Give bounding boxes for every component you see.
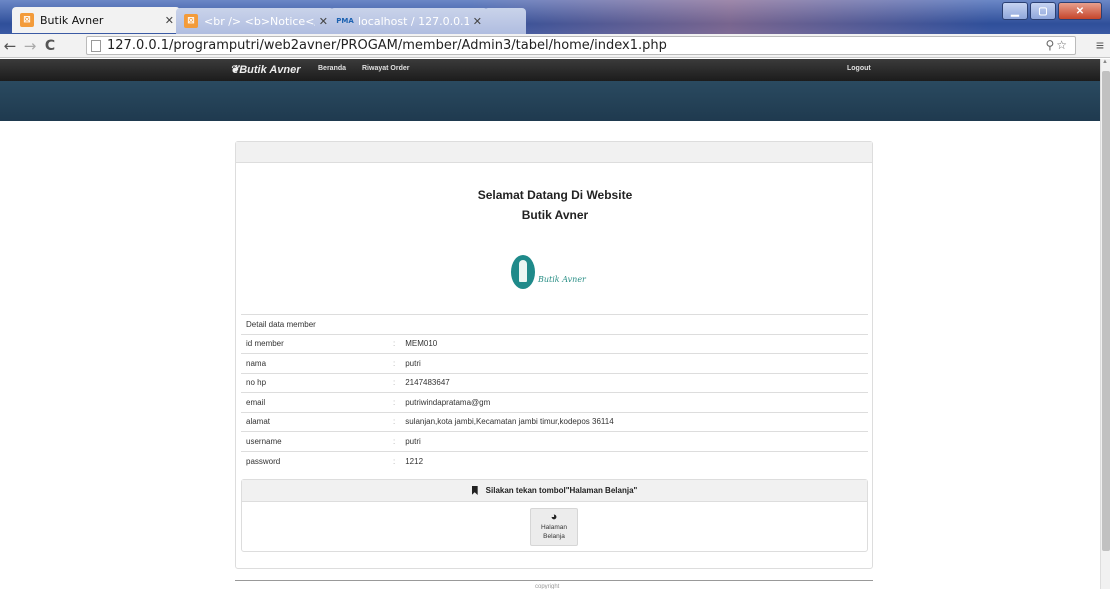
nav-riwayat-order[interactable]: Riwayat Order — [362, 65, 409, 72]
welcome-subheading: Butik Avner — [521, 208, 589, 222]
table-row: nama : putri — [241, 353, 868, 373]
panel-header — [236, 142, 872, 163]
footer-text: copyright — [535, 584, 560, 589]
shopping-panel-header: Silakan tekan tombol"Halaman Belanja" — [242, 480, 867, 502]
table-row: id member : MEM010 — [241, 333, 868, 354]
nav-beranda[interactable]: Beranda — [318, 65, 346, 72]
logo-text: Butik Avner — [538, 275, 586, 284]
tab-title: Butik Avner — [40, 13, 104, 27]
page-viewport: ❦Butik Avner Beranda Riwayat Order Logou… — [0, 59, 1100, 589]
detail-title: Detail data member — [241, 314, 868, 334]
reload-button[interactable]: C — [40, 38, 60, 54]
tab-title: <br /> <b>Notice</b>: U — [204, 14, 315, 28]
shopping-panel: Silakan tekan tombol"Halaman Belanja" ◕ … — [241, 479, 868, 552]
row-value-cell: :1212 — [393, 450, 868, 471]
row-label: no hp — [241, 372, 393, 393]
tab-phpmyadmin[interactable]: PMA localhost / 127.0.0.1 / data ✕ — [330, 8, 488, 34]
table-row: email : putriwindapratama@gm — [241, 392, 868, 412]
site-favicon-icon: ⊠ — [184, 14, 198, 28]
tab-close-icon[interactable]: ✕ — [165, 14, 174, 27]
row-label: nama — [241, 353, 393, 373]
window-controls: ▁ ▢ ✕ — [1002, 2, 1102, 20]
forward-button[interactable]: → — [20, 37, 40, 55]
site-favicon-icon: ⊠ — [20, 13, 34, 27]
row-value: putri — [405, 436, 421, 446]
row-value: 1212 — [405, 456, 424, 466]
butik-avner-logo: Butik Avner — [508, 250, 600, 298]
row-label: id member — [241, 333, 393, 354]
row-value-cell: : sulanjan,kota jambi,Kecamatan jambi tim… — [393, 411, 868, 432]
header-banner — [0, 81, 1100, 121]
scrollbar-thumb[interactable] — [1102, 71, 1110, 551]
row-label: password — [241, 450, 393, 471]
row-label: username — [241, 431, 393, 451]
tab-close-icon[interactable]: ✕ — [319, 15, 328, 28]
tab-bar-decoration — [470, 0, 990, 34]
row-value: putri — [405, 358, 421, 368]
dress-form-icon — [519, 260, 527, 282]
button-label-line2: Belanja — [543, 533, 565, 540]
row-label: email — [241, 392, 393, 412]
new-tab-button[interactable] — [484, 8, 526, 34]
button-label-line1: Halaman — [540, 524, 567, 531]
row-value: sulanjan,kota jambi,Kecamatan jambi timu… — [405, 417, 614, 427]
row-label: alamat — [241, 411, 393, 432]
instruction-text: Silakan tekan tombol"Halaman Belanja" — [485, 486, 638, 495]
minimize-button[interactable]: ▁ — [1002, 2, 1028, 20]
url-input[interactable]: 127.0.0.1/programputri/web2avner/PROGAM/… — [86, 36, 1076, 55]
page-scrollbar[interactable]: ▲ — [1100, 59, 1110, 589]
zoom-bookmark-icon[interactable]: ⚲☆ — [1045, 38, 1069, 52]
tab-title: localhost / 127.0.0.1 / data — [358, 14, 469, 28]
tab-notice[interactable]: ⊠ <br /> <b>Notice</b>: U ✕ — [176, 8, 334, 34]
table-row: Detail data member — [241, 314, 868, 334]
row-value-cell: : putri — [393, 431, 868, 451]
page-icon — [91, 39, 101, 52]
brand-text: Butik Avner — [239, 64, 301, 76]
browser-tab-bar: ⊠ Butik Avner ✕ ⊠ <br /> <b>Notice</b>: … — [0, 0, 1110, 34]
nav-logout[interactable]: Logout — [847, 65, 871, 72]
row-value-cell: : putriwindapratama@gm — [393, 392, 868, 412]
table-row: username : putri — [241, 431, 868, 451]
browser-menu-icon[interactable]: ≡ — [1096, 37, 1104, 53]
bookmark-icon — [471, 486, 478, 495]
tab-butik-avner[interactable]: ⊠ Butik Avner ✕ — [12, 7, 180, 33]
welcome-heading: Selamat Datang Di Website — [477, 188, 633, 202]
url-text: 127.0.0.1/programputri/web2avner/PROGAM/… — [107, 38, 667, 53]
row-value-cell: :2147483647 — [393, 372, 868, 393]
tab-close-icon[interactable]: ✕ — [473, 15, 482, 28]
table-row: no hp :2147483647 — [241, 372, 868, 393]
row-value-cell: : MEM010 — [393, 333, 868, 354]
phpmyadmin-favicon-icon: PMA — [336, 17, 354, 25]
row-value: MEM010 — [405, 339, 438, 349]
brand-link[interactable]: ❦Butik Avner — [230, 63, 301, 76]
table-row: alamat : sulanjan,kota jambi,Kecamatan ja… — [241, 411, 868, 432]
halaman-belanja-button[interactable]: ◕ Halaman Belanja — [530, 508, 578, 546]
row-value: putriwindapratama@gm — [405, 397, 491, 407]
address-toolbar: ← → C 127.0.0.1/programputri/web2avner/P… — [0, 34, 1110, 58]
main-panel: Selamat Datang Di Website Butik Avner Bu… — [235, 141, 873, 569]
scroll-up-icon[interactable]: ▲ — [1102, 59, 1108, 65]
close-window-button[interactable]: ✕ — [1058, 2, 1102, 20]
member-detail-table: Detail data member id member : MEM010 nam… — [241, 314, 868, 471]
footer-divider — [235, 580, 873, 581]
maximize-button[interactable]: ▢ — [1030, 2, 1056, 20]
row-value-cell: : putri — [393, 353, 868, 373]
row-value: 2147483647 — [405, 378, 450, 388]
dashboard-icon: ◕ — [550, 511, 558, 523]
site-navbar: ❦Butik Avner Beranda Riwayat Order Logou… — [0, 59, 1100, 81]
table-row: password :1212 — [241, 450, 868, 471]
back-button[interactable]: ← — [0, 37, 20, 55]
